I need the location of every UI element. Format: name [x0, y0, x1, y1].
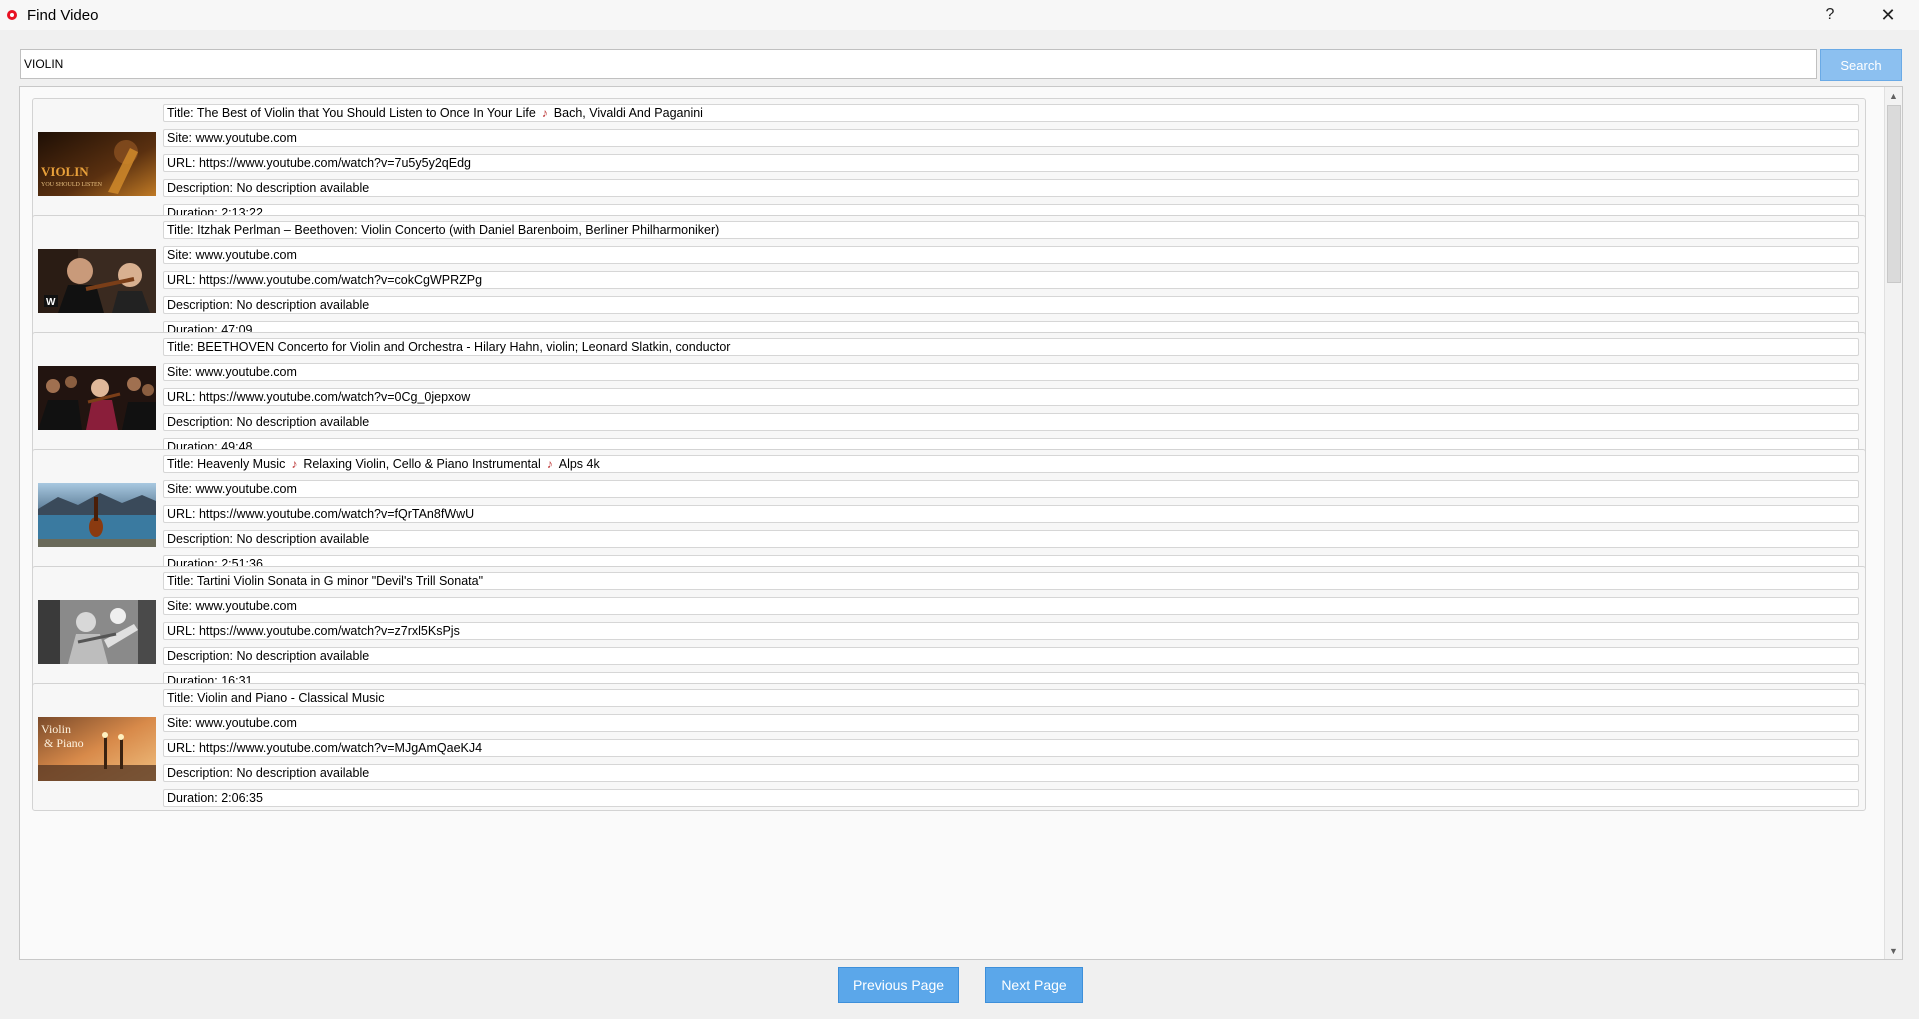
result-description[interactable]: Description: No description available: [163, 179, 1859, 197]
result-site[interactable]: Site: www.youtube.com: [163, 129, 1859, 147]
violin-emoji-icon: ♪: [546, 457, 553, 471]
result-url[interactable]: URL: https://www.youtube.com/watch?v=fQr…: [163, 505, 1859, 523]
result-card[interactable]: Title: BEETHOVEN Concerto for Violin and…: [32, 332, 1866, 460]
results-scrollbar[interactable]: ▲ ▼: [1884, 87, 1902, 959]
results-list[interactable]: VIOLIN YOU SHOULD LISTEN Title: The Best…: [19, 86, 1903, 960]
search-row: Search: [20, 49, 1902, 81]
search-input[interactable]: [20, 49, 1817, 79]
result-title[interactable]: Title: Heavenly Music ♪ Relaxing Violin, C…: [163, 455, 1859, 473]
result-url[interactable]: URL: https://www.youtube.com/watch?v=z7r…: [163, 622, 1859, 640]
video-thumbnail[interactable]: VIOLIN YOU SHOULD LISTEN: [38, 132, 156, 196]
result-fields: Title: Tartini Violin Sonata in G minor …: [163, 572, 1859, 690]
result-title[interactable]: Title: Itzhak Perlman – Beethoven: Violi…: [163, 221, 1859, 239]
title-text: Title: The Best of Violin that You Shoul…: [167, 106, 536, 120]
result-card[interactable]: W Title: Itzhak Perlman – Beethoven: Vio…: [32, 215, 1866, 343]
result-fields: Title: Violin and Piano - Classical Musi…: [163, 689, 1859, 807]
result-fields: Title: BEETHOVEN Concerto for Violin and…: [163, 338, 1859, 456]
result-description[interactable]: Description: No description available: [163, 530, 1859, 548]
result-card[interactable]: Title: Heavenly Music ♪ Relaxing Violin, C…: [32, 449, 1866, 577]
result-fields: Title: Heavenly Music ♪ Relaxing Violin, C…: [163, 455, 1859, 573]
result-card[interactable]: VIOLIN YOU SHOULD LISTEN Title: The Best…: [32, 98, 1866, 226]
result-title[interactable]: Title: The Best of Violin that You Shoul…: [163, 104, 1859, 122]
window-titlebar: Find Video ? ✕: [0, 0, 1919, 30]
video-thumbnail[interactable]: [38, 600, 156, 664]
result-site[interactable]: Site: www.youtube.com: [163, 363, 1859, 381]
result-duration[interactable]: Duration: 2:06:35: [163, 789, 1859, 807]
violin-emoji-icon: ♪: [291, 457, 298, 471]
violin-emoji-icon: ♪: [541, 106, 548, 120]
result-url[interactable]: URL: https://www.youtube.com/watch?v=MJg…: [163, 739, 1859, 757]
next-page-button[interactable]: Next Page: [985, 967, 1083, 1003]
video-thumbnail[interactable]: [38, 366, 156, 430]
title-text-suffix: Alps 4k: [558, 457, 600, 471]
pagination: Previous Page Next Page: [0, 967, 1919, 1003]
video-thumbnail[interactable]: [38, 483, 156, 547]
result-card[interactable]: Title: Tartini Violin Sonata in G minor …: [32, 566, 1866, 694]
help-button[interactable]: ?: [1807, 0, 1853, 30]
result-title[interactable]: Title: Violin and Piano - Classical Musi…: [163, 689, 1859, 707]
video-thumbnail[interactable]: W: [38, 249, 156, 313]
result-site[interactable]: Site: www.youtube.com: [163, 246, 1859, 264]
thumb-text: Violin: [41, 722, 71, 736]
result-title[interactable]: Title: Tartini Violin Sonata in G minor …: [163, 572, 1859, 590]
scroll-down-arrow-icon[interactable]: ▼: [1885, 942, 1902, 959]
result-site[interactable]: Site: www.youtube.com: [163, 714, 1859, 732]
thumb-text: VIOLIN: [41, 164, 89, 179]
result-description[interactable]: Description: No description available: [163, 413, 1859, 431]
result-fields: Title: The Best of Violin that You Shoul…: [163, 104, 1859, 222]
scroll-up-arrow-icon[interactable]: ▲: [1885, 87, 1902, 104]
result-description[interactable]: Description: No description available: [163, 764, 1859, 782]
thumb-subtext: & Piano: [44, 736, 84, 750]
result-description[interactable]: Description: No description available: [163, 296, 1859, 314]
video-thumbnail[interactable]: Violin & Piano: [38, 717, 156, 781]
result-title[interactable]: Title: BEETHOVEN Concerto for Violin and…: [163, 338, 1859, 356]
thumb-subtext: YOU SHOULD LISTEN: [41, 182, 103, 188]
title-text-suffix: Bach, Vivaldi And Paganini: [553, 106, 703, 120]
previous-page-button[interactable]: Previous Page: [838, 967, 959, 1003]
record-icon: [7, 10, 17, 20]
result-site[interactable]: Site: www.youtube.com: [163, 597, 1859, 615]
title-text: Title: Heavenly Music: [167, 457, 286, 471]
scrollbar-thumb[interactable]: [1887, 105, 1901, 283]
help-icon: ?: [1825, 6, 1835, 23]
search-button[interactable]: Search: [1820, 49, 1902, 81]
result-description[interactable]: Description: No description available: [163, 647, 1859, 665]
result-url[interactable]: URL: https://www.youtube.com/watch?v=7u5…: [163, 154, 1859, 172]
result-url[interactable]: URL: https://www.youtube.com/watch?v=cok…: [163, 271, 1859, 289]
result-site[interactable]: Site: www.youtube.com: [163, 480, 1859, 498]
result-fields: Title: Itzhak Perlman – Beethoven: Violi…: [163, 221, 1859, 339]
title-text-middle: Relaxing Violin, Cello & Piano Instrumen…: [303, 457, 541, 471]
svg-text:W: W: [46, 297, 56, 308]
close-icon: ✕: [1880, 4, 1896, 25]
close-button[interactable]: ✕: [1865, 0, 1911, 30]
result-card[interactable]: Violin & Piano Title: Violin and Piano -…: [32, 683, 1866, 811]
window-title: Find Video: [27, 6, 99, 24]
result-url[interactable]: URL: https://www.youtube.com/watch?v=0Cg…: [163, 388, 1859, 406]
